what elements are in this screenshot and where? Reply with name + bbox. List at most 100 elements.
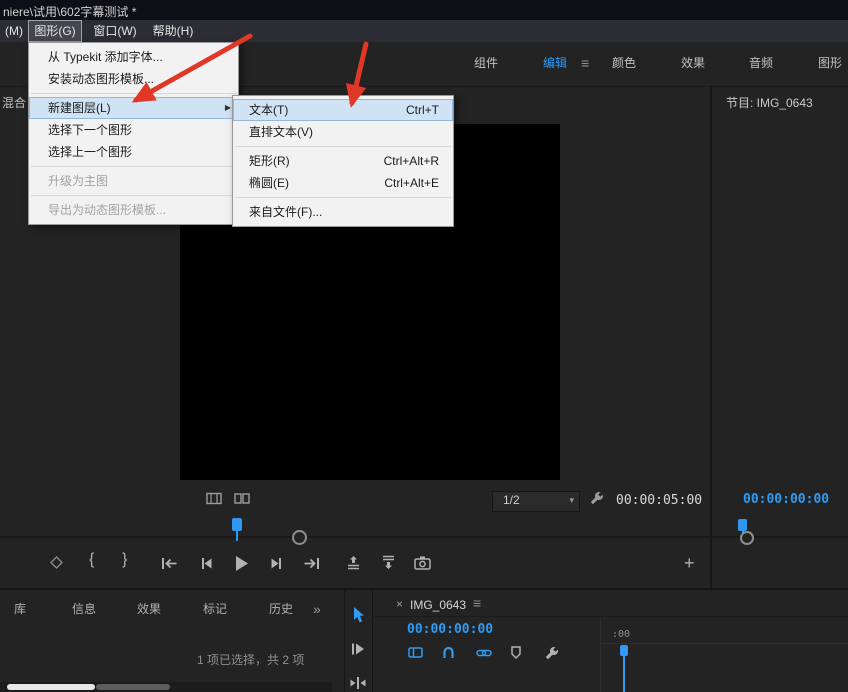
extract-icon: [381, 555, 396, 570]
export-frame-button[interactable]: [414, 556, 431, 570]
menu-item-label: 选择下一个图形: [48, 123, 132, 137]
comparison-view-button[interactable]: [234, 492, 250, 505]
source-scrubber-track[interactable]: [0, 536, 710, 538]
timeline-current-timecode[interactable]: 00:00:00:00: [407, 622, 493, 637]
menu-item-label: 椭圆(E): [249, 176, 289, 190]
workspace-tab-assembly[interactable]: 组件: [474, 54, 498, 72]
zoom-level-value: 1/2: [503, 492, 520, 509]
menu-item-help[interactable]: 帮助(H): [146, 20, 200, 42]
timeline-ruler-divider: [600, 643, 848, 644]
panel-tab-effects[interactable]: 效果: [137, 601, 161, 617]
program-current-timecode[interactable]: 00:00:00:00: [743, 492, 829, 507]
ripple-edit-icon: [349, 676, 367, 690]
source-zoom-handle[interactable]: [292, 530, 307, 545]
timeline-wrench-icon: [544, 646, 559, 661]
timeline-panel-menu-icon[interactable]: ≡: [473, 595, 481, 611]
workspace-tab-graphics[interactable]: 图形: [818, 54, 842, 72]
play-icon: [234, 555, 249, 572]
menu-bar: (M) 图形(G) 窗口(W) 帮助(H): [0, 20, 848, 43]
workspace-menu-icon[interactable]: ≡: [581, 54, 589, 72]
panel-tab-markers[interactable]: 标记: [203, 601, 227, 617]
panel-tab-history[interactable]: 历史: [269, 601, 293, 617]
mark-in-button[interactable]: {: [89, 551, 94, 569]
submenu-item-ellipse[interactable]: 椭圆(E) Ctrl+Alt+E: [233, 172, 453, 194]
menu-item-add-fonts-typekit[interactable]: 从 Typekit 添加字体...: [29, 46, 238, 68]
menu-item-label: 文本(T): [249, 103, 288, 117]
menu-item-export-motion-template[interactable]: 导出为动态图形模板...: [29, 199, 238, 221]
program-playhead[interactable]: [738, 519, 747, 531]
program-panel-tab[interactable]: 节目: IMG_0643: [726, 94, 813, 111]
button-editor-plus-button[interactable]: +: [684, 553, 695, 574]
submenu-arrow-icon: ▶: [225, 97, 231, 119]
nest-sequence-toggle-button[interactable]: [408, 646, 423, 659]
step-back-icon: [200, 557, 213, 570]
workspace-tab-color[interactable]: 颜色: [612, 54, 636, 72]
menu-item-install-motion-template[interactable]: 安装动态图形模板...: [29, 68, 238, 90]
new-layer-submenu: 文本(T) Ctrl+T 直排文本(V) 矩形(R) Ctrl+Alt+R 椭圆…: [232, 95, 454, 227]
menu-separator: [31, 195, 236, 196]
play-button[interactable]: [234, 555, 249, 572]
program-scrubber-track[interactable]: [712, 536, 848, 538]
menu-item-label: 导出为动态图形模板...: [48, 203, 166, 217]
monitor-settings-button[interactable]: [589, 491, 604, 506]
chevron-down-icon: ▾: [569, 492, 574, 509]
snap-toggle-button[interactable]: [442, 646, 455, 659]
drag-video-button[interactable]: [206, 492, 222, 505]
timeline-add-marker-button[interactable]: [510, 646, 522, 659]
timeline-playhead[interactable]: [620, 645, 628, 656]
selection-tool-button[interactable]: [350, 606, 365, 624]
tab-overflow-icon[interactable]: »: [313, 601, 321, 617]
marker-icon: [50, 556, 63, 569]
tools-strip-left-border: [344, 590, 345, 692]
timeline-tabrow-divider: [372, 616, 848, 617]
menu-item-new-layer[interactable]: 新建图层(L) ▶: [29, 97, 238, 119]
step-back-button[interactable]: [200, 557, 213, 570]
step-forward-icon: [270, 557, 283, 570]
go-to-out-button[interactable]: [303, 557, 320, 570]
workspace-tab-effects[interactable]: 效果: [681, 54, 705, 72]
panel-tab-libraries[interactable]: 库: [14, 601, 26, 617]
program-zoom-handle[interactable]: [740, 531, 754, 545]
menu-item-label: 升级为主图: [48, 174, 108, 188]
menu-item-select-previous-graphic[interactable]: 选择上一个图形: [29, 141, 238, 163]
submenu-item-vertical-text[interactable]: 直排文本(V): [233, 121, 453, 143]
timeline-tab-close-icon[interactable]: ×: [396, 597, 403, 611]
submenu-item-from-file[interactable]: 来自文件(F)...: [233, 201, 453, 223]
track-select-tool-button[interactable]: [350, 642, 366, 656]
panel-tab-info[interactable]: 信息: [72, 601, 96, 617]
scrollbar-thumb[interactable]: [7, 684, 95, 690]
menu-item-upgrade-to-master[interactable]: 升级为主图: [29, 170, 238, 192]
menu-item-label: 从 Typekit 添加字体...: [48, 50, 163, 64]
menu-item-graphics[interactable]: 图形(G): [28, 20, 82, 42]
go-to-in-icon: [161, 557, 178, 570]
linked-selection-toggle-button[interactable]: [476, 648, 492, 658]
menu-separator: [235, 197, 451, 198]
timeline-header-divider: [600, 618, 601, 692]
project-horizontal-scrollbar[interactable]: [0, 682, 332, 692]
mark-out-button[interactable]: }: [122, 551, 127, 569]
step-forward-button[interactable]: [270, 557, 283, 570]
workspace-tab-editing[interactable]: 编辑: [543, 54, 567, 72]
menu-item-window[interactable]: 窗口(W): [87, 20, 143, 42]
timeline-settings-button[interactable]: [544, 646, 559, 661]
submenu-item-text[interactable]: 文本(T) Ctrl+T: [233, 99, 453, 121]
lift-button[interactable]: [346, 555, 361, 570]
zoom-level-select[interactable]: 1/2 ▾: [492, 491, 580, 512]
source-playhead[interactable]: [232, 518, 242, 531]
workspace-tab-audio[interactable]: 音频: [749, 54, 773, 72]
submenu-item-rectangle[interactable]: 矩形(R) Ctrl+Alt+R: [233, 150, 453, 172]
scrollbar-thumb-secondary[interactable]: [96, 684, 170, 690]
menu-item-select-next-graphic[interactable]: 选择下一个图形: [29, 119, 238, 141]
add-marker-button[interactable]: [50, 556, 63, 569]
source-duration-timecode: 00:00:05:00: [616, 493, 702, 508]
mixer-panel-tab-partial[interactable]: 混合: [2, 94, 26, 111]
menu-item-label: 安装动态图形模板...: [48, 72, 154, 86]
ripple-edit-tool-button[interactable]: [349, 676, 367, 690]
go-to-in-button[interactable]: [161, 557, 178, 570]
comparison-view-icon: [234, 492, 250, 505]
menu-separator: [31, 93, 236, 94]
timeline-marker-icon: [510, 646, 522, 659]
menu-item-marker[interactable]: (M): [0, 20, 28, 42]
extract-button[interactable]: [381, 555, 396, 570]
timeline-tab[interactable]: IMG_0643: [410, 598, 466, 612]
